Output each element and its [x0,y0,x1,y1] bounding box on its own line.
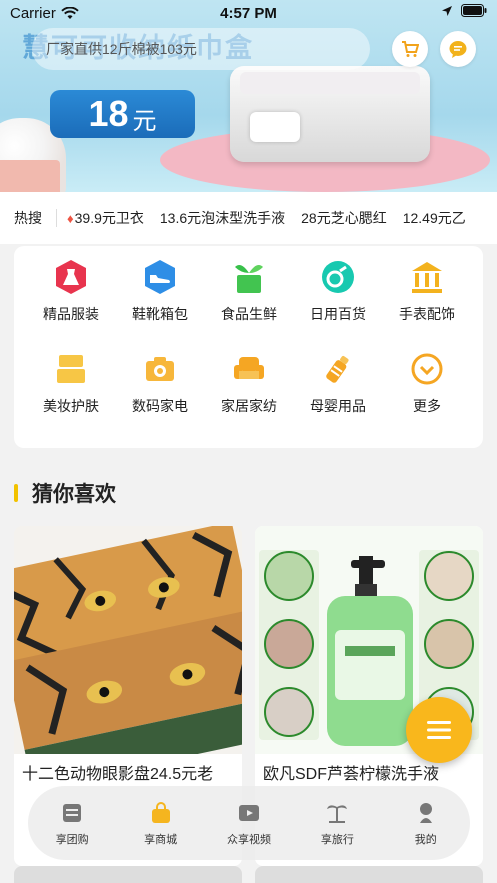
tab-label: 享商城 [144,834,178,846]
category-label: 家居家纺 [221,398,277,414]
category-label: 美妆护肤 [43,398,99,414]
category-item[interactable]: 家居家纺 [204,350,294,416]
section-accent-bar [14,484,18,502]
shoe-icon [141,258,179,296]
jewelry-icon [408,258,446,296]
hot-keyword[interactable]: 13.6元泡沫型洗手液 [160,208,285,228]
cupcake-base [0,160,60,192]
plant-icon [230,258,268,296]
divider [56,209,57,227]
category-item[interactable]: 更多 [382,350,472,416]
section-header: 猜你喜欢 [14,478,116,508]
category-label: 日用百货 [310,306,366,322]
status-bar: Carrier 4:57 PM [0,0,497,26]
tab-label: 享团购 [55,834,89,846]
tab-label: 众享视频 [226,834,271,846]
message-button[interactable] [440,31,476,67]
banner-price-unit: 元 [132,107,157,135]
category-label: 母婴用品 [310,398,366,414]
palm-tree-icon [323,799,351,827]
shopping-bag-icon [147,799,175,827]
more-icon [408,350,446,388]
hot-keyword[interactable]: 28元芝心腮红 [301,208,387,228]
product-card-peek [14,866,242,883]
section-title: 猜你喜欢 [32,483,116,506]
video-icon [235,799,263,827]
tissue-paper [250,112,300,142]
cosmetics-icon [52,350,90,388]
category-label: 更多 [413,398,441,414]
tab-label: 我的 [414,834,437,846]
tab-group-buy[interactable]: 享团购 [32,799,112,847]
category-item[interactable]: 精品服装 [26,258,116,324]
hot-keyword[interactable]: 12.49元乙 [403,208,466,228]
camera-icon [141,350,179,388]
battery-icon [461,4,487,17]
category-item[interactable]: 手表配饰 [382,258,472,324]
baby-bottle-icon [319,350,357,388]
hot-keyword-text: 39.9元卫衣 [74,210,144,226]
category-label: 手表配饰 [399,306,455,322]
menu-icon [427,721,451,739]
menu-fab[interactable] [406,697,472,763]
chat-icon [449,41,467,58]
cart-button[interactable] [392,31,428,67]
category-item[interactable]: 美妆护肤 [26,350,116,416]
hot-search-bar: 热搜 ♦39.9元卫衣 13.6元泡沫型洗手液 28元芝心腮红 12.49元乙 [0,192,497,244]
category-label: 数码家电 [132,398,188,414]
tab-video[interactable]: 众享视频 [209,799,289,847]
tissue-box-image [230,66,430,162]
category-item[interactable]: 食品生鲜 [204,258,294,324]
daily-goods-icon [319,258,357,296]
search-bar[interactable]: 厂家直供12斤棉被103元 [32,28,370,70]
category-label: 食品生鲜 [221,306,277,322]
category-label: 鞋靴箱包 [132,306,188,322]
fire-icon: ♦ [67,211,74,226]
profile-icon [412,799,440,827]
dress-icon [52,258,90,296]
status-right [441,4,487,17]
tab-label: 享旅行 [320,834,354,846]
cart-icon [402,41,419,57]
clock: 4:57 PM [220,5,277,22]
tiger-palette-image [14,526,242,754]
hot-keyword[interactable]: ♦39.9元卫衣 [67,208,144,228]
category-item[interactable]: 鞋靴箱包 [115,258,205,324]
search-input[interactable]: 厂家直供12斤棉被103元 [46,39,197,59]
bottom-tab-bar: 享团购 享商城 众享视频 享旅行 我的 [28,786,470,860]
banner-price-badge: 18 元 [50,90,195,138]
tissue-box-lid [240,72,420,94]
banner-price-number: 18 [88,93,129,134]
category-item[interactable]: 母婴用品 [293,350,383,416]
category-item[interactable]: 日用百货 [293,258,383,324]
category-label: 精品服装 [43,306,99,322]
tab-travel[interactable]: 享旅行 [297,799,377,847]
product-card-peek [255,866,483,883]
location-arrow-icon [442,5,452,16]
product-image [14,526,242,754]
category-grid: 精品服装 鞋靴箱包 食品生鲜 日用百货 手表配饰 美妆护肤 数码家电 家居家纺 … [14,246,483,448]
tab-shop[interactable]: 享商城 [121,799,201,847]
hot-search-label: 热搜 [14,210,42,226]
category-item[interactable]: 数码家电 [115,350,205,416]
sofa-icon [230,350,268,388]
tab-profile[interactable]: 我的 [386,799,466,847]
group-buy-icon [58,799,86,827]
